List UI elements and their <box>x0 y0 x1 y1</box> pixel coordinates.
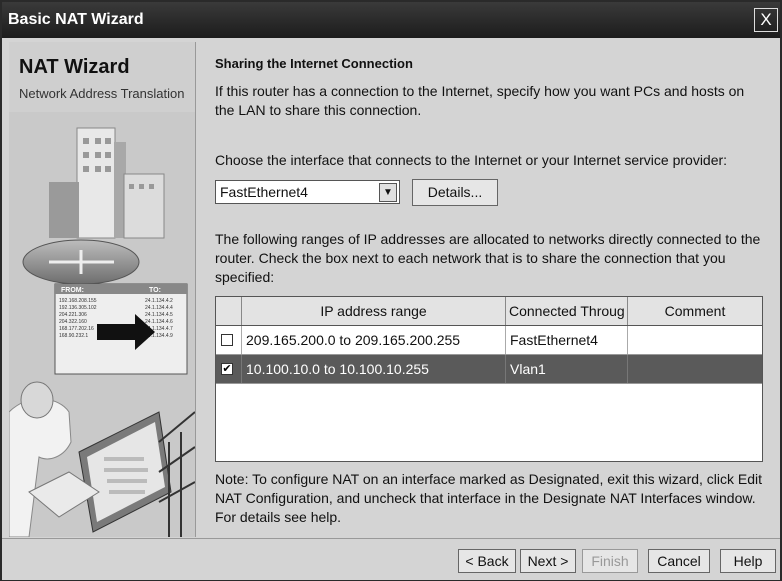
column-header-connected[interactable]: Connected Throug <box>506 297 628 325</box>
comment-cell[interactable] <box>628 355 762 383</box>
ip-range-cell: 10.100.10.0 to 10.100.10.255 <box>242 355 506 383</box>
help-button[interactable]: Help <box>720 549 776 573</box>
illustration-from-row: 192.136.305.102 <box>59 305 97 311</box>
illustration-from-row: 168.90.232.1 <box>59 333 88 339</box>
wizard-side-panel: NAT Wizard Network Address Translation F… <box>9 42 196 537</box>
cancel-button[interactable]: Cancel <box>648 549 710 573</box>
nat-illustration: FROM: TO: 192.168.208.155 192.136.305.10… <box>9 112 195 537</box>
interface-select[interactable]: FastEthernet4 ▼ <box>215 180 400 204</box>
side-panel-heading: NAT Wizard <box>19 56 130 78</box>
connected-cell: Vlan1 <box>506 355 628 383</box>
row-checkbox-cell: ✔ <box>216 355 242 383</box>
nat-wizard-window: Basic NAT Wizard X NAT Wizard Network Ad… <box>0 0 782 581</box>
illustration-from-row: 192.168.208.155 <box>59 298 97 304</box>
illustration-to-header: TO: <box>149 287 161 294</box>
window-title: Basic NAT Wizard <box>8 11 144 28</box>
intro-text: If this router has a connection to the I… <box>215 83 745 118</box>
share-checkbox[interactable] <box>221 334 233 346</box>
illustration-from-row: 204.221.306 <box>59 312 87 318</box>
ip-range-cell: 209.165.200.0 to 209.165.200.255 <box>242 326 506 354</box>
details-button[interactable]: Details... <box>412 179 498 206</box>
section-title: Sharing the Internet Connection <box>215 56 413 71</box>
interface-select-value: FastEthernet4 <box>220 184 308 200</box>
next-button[interactable]: Next > <box>520 549 576 573</box>
illustration-to-row: 24.1.134.4.6 <box>145 319 173 325</box>
connected-cell: FastEthernet4 <box>506 326 628 354</box>
back-button[interactable]: < Back <box>458 549 516 573</box>
illustration-to-row: 24.1.134.4.2 <box>145 298 173 304</box>
side-panel-subheading: Network Address Translation <box>19 86 185 101</box>
ip-ranges-table: IP address range Connected Throug Commen… <box>215 296 763 462</box>
table-row-selected[interactable]: ✔ 10.100.10.0 to 10.100.10.255 Vlan1 <box>216 355 762 384</box>
column-header-ip-range[interactable]: IP address range <box>242 297 506 325</box>
illustration-from-row: 168.177.202.16 <box>59 326 94 332</box>
title-bar[interactable]: Basic NAT Wizard X <box>2 2 780 38</box>
close-icon[interactable]: X <box>754 8 778 32</box>
column-header-comment[interactable]: Comment <box>628 297 762 325</box>
wizard-content: Sharing the Internet Connection If this … <box>205 42 775 537</box>
building-shape <box>76 127 116 239</box>
choose-interface-label: Choose the interface that connects to th… <box>215 152 728 168</box>
table-row[interactable]: 209.165.200.0 to 209.165.200.255 FastEth… <box>216 326 762 355</box>
ranges-text: The following ranges of IP addresses are… <box>215 231 761 285</box>
illustration-to-row: 24.1.134.4.4 <box>145 305 173 311</box>
illustration-from-row: 204.322.160 <box>59 319 87 325</box>
share-checkbox-checked[interactable]: ✔ <box>221 363 233 375</box>
wizard-footer: < Back Next > Finish Cancel Help <box>2 538 780 580</box>
comment-cell[interactable] <box>628 326 762 354</box>
finish-button[interactable]: Finish <box>582 549 638 573</box>
row-checkbox-cell <box>216 326 242 354</box>
checkbox-column-header <box>216 297 242 325</box>
note-text: Note: To configure NAT on an interface m… <box>215 471 763 525</box>
table-header: IP address range Connected Throug Commen… <box>216 297 762 326</box>
illustration-to-row: 24.1.134.4.5 <box>145 312 173 318</box>
chevron-down-icon[interactable]: ▼ <box>379 183 397 202</box>
illustration-from-header: FROM: <box>61 287 84 294</box>
